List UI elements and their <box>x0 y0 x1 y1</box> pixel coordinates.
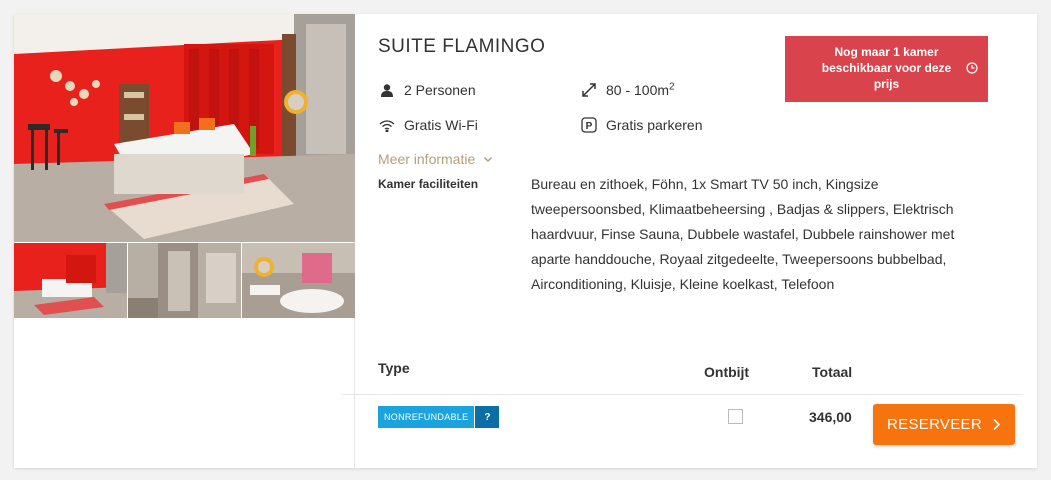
more-info-link[interactable]: Meer informatie <box>378 151 493 167</box>
room-title: SUITE FLAMINGO <box>378 36 546 57</box>
size-label: 80 - 100m2 <box>606 82 675 98</box>
facilities-label: Kamer faciliteiten <box>378 177 479 191</box>
expand-arrows-icon <box>580 81 598 99</box>
feature-persons: 2 Personen <box>378 81 476 99</box>
availability-badge: Nog maar 1 kamer beschikbaar voor deze p… <box>785 36 988 102</box>
table-divider <box>342 394 1023 395</box>
thumbnail-shower[interactable] <box>128 243 241 318</box>
persons-label: 2 Personen <box>404 82 476 98</box>
column-header-breakfast: Ontbijt <box>704 364 750 380</box>
main-room-photo[interactable] <box>14 14 355 242</box>
person-icon <box>378 81 396 99</box>
rate-type-badge: NONREFUNDABLE ? <box>378 406 500 428</box>
size-unit-superscript: 2 <box>669 81 675 93</box>
svg-text:P: P <box>586 121 593 132</box>
facilities-text: Bureau en zithoek, Föhn, 1x Smart TV 50 … <box>531 176 955 292</box>
thumbnail-bathroom[interactable] <box>242 243 355 318</box>
feature-size: 80 - 100m2 <box>580 81 675 99</box>
feature-parking: P Gratis parkeren <box>580 116 702 134</box>
feature-wifi: Gratis Wi-Fi <box>378 116 478 134</box>
reserve-button[interactable]: RESERVEER <box>873 404 1015 445</box>
column-header-total: Totaal <box>812 364 853 380</box>
breakfast-checkbox[interactable] <box>728 409 743 424</box>
rate-help-button[interactable]: ? <box>475 406 500 428</box>
parking-icon: P <box>580 116 598 134</box>
chevron-down-icon <box>483 154 493 164</box>
wifi-icon <box>378 116 396 134</box>
rate-total: 346,00 <box>809 409 852 425</box>
parking-label: Gratis parkeren <box>606 117 703 133</box>
thumbnail-strip <box>14 243 355 318</box>
chevron-right-icon <box>992 418 1001 431</box>
reserve-label: RESERVEER <box>887 416 982 433</box>
more-info-label: Meer informatie <box>378 151 476 167</box>
size-value: 80 - 100m <box>606 82 670 98</box>
availability-text: Nog maar 1 kamer beschikbaar voor deze p… <box>821 45 952 91</box>
photo-gallery <box>14 14 355 468</box>
clock-icon <box>966 62 978 74</box>
nonrefundable-label: NONREFUNDABLE <box>378 406 475 428</box>
thumbnail-bedroom[interactable] <box>14 243 127 318</box>
column-header-type: Type <box>378 360 410 376</box>
wifi-label: Gratis Wi-Fi <box>404 117 478 133</box>
